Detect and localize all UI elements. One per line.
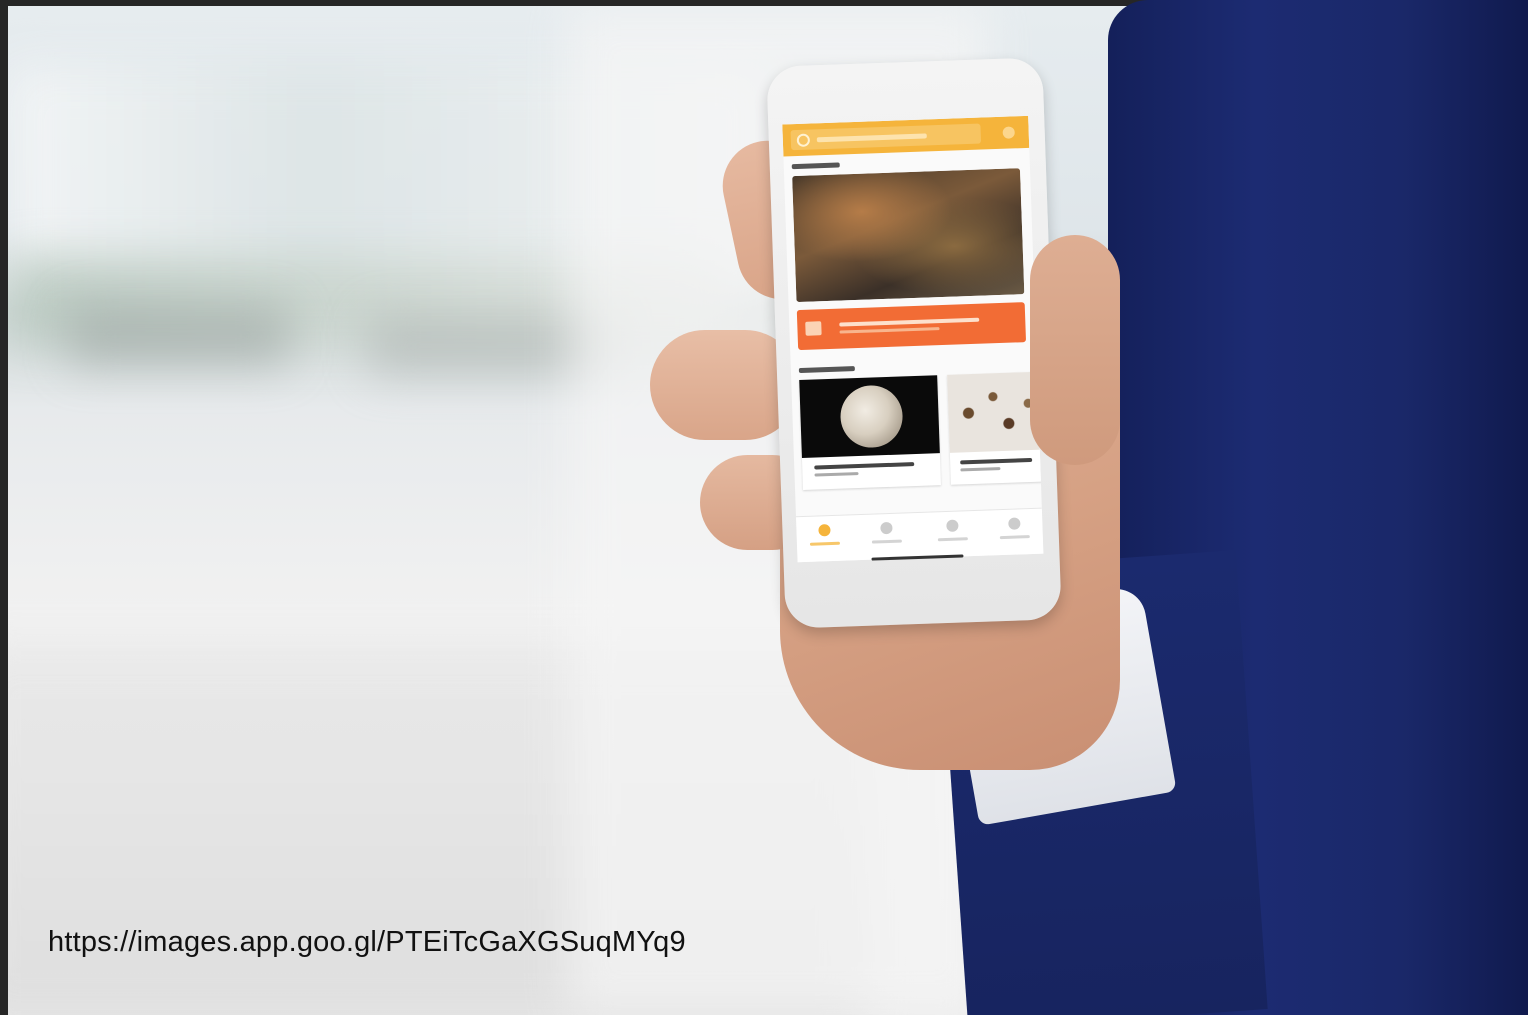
planet-image: [839, 384, 904, 449]
smartphone: [766, 57, 1062, 629]
more-icon: [1008, 517, 1021, 530]
document-icon: [946, 519, 959, 532]
card-title: [814, 462, 915, 470]
chat-icon: [805, 321, 822, 336]
bottom-navigation: [795, 507, 1044, 563]
section-heading: [791, 162, 840, 170]
nav-label: [999, 535, 1030, 540]
source-url-caption: https://images.app.goo.gl/PTEiTcGaXGSuqM…: [48, 926, 686, 958]
content-card: [799, 375, 941, 490]
card-image: [947, 371, 1044, 453]
nav-label: [871, 539, 902, 544]
chat-icon: [880, 521, 893, 535]
thumb: [1030, 235, 1120, 465]
home-icon: [818, 524, 831, 537]
photo-scene: https://images.app.goo.gl/PTEiTcGaXGSuqM…: [0, 0, 1528, 1015]
phone-screen: [782, 115, 1044, 563]
nav-label: [809, 541, 840, 546]
card-image: [799, 375, 940, 458]
card-title: [960, 457, 1033, 465]
promo-banner: [796, 302, 1027, 351]
card-subtitle: [960, 467, 1001, 472]
card-subtitle: [814, 472, 859, 477]
section-heading: [798, 366, 855, 374]
content-card: [947, 371, 1044, 485]
blurred-vehicle: [68, 306, 288, 366]
nav-label: [937, 537, 968, 542]
frame-edge: [0, 0, 8, 1015]
hero-image: [792, 168, 1025, 303]
